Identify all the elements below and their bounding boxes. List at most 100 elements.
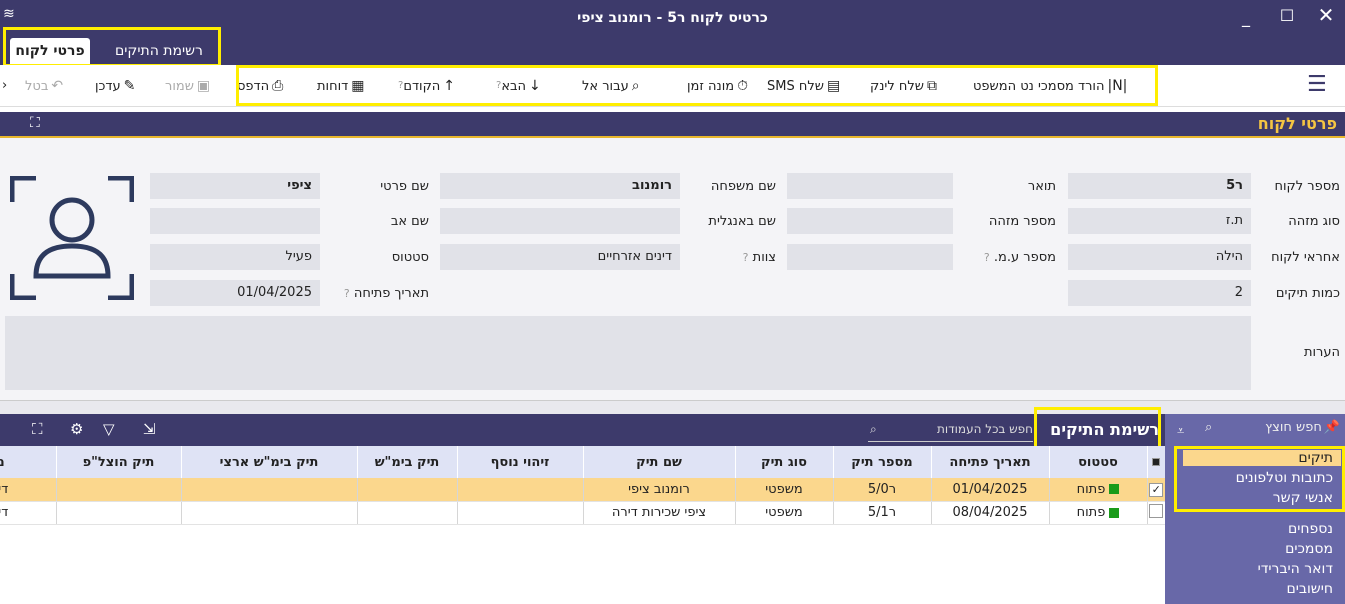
expand-icon[interactable]: ⛶ [30, 115, 40, 131]
side-item-attachments[interactable]: נספחים [1183, 521, 1341, 537]
pin-icon[interactable]: 📌 [1324, 420, 1340, 435]
open-date-cell: 01/04/2025 [930, 478, 1049, 502]
previous-button[interactable]: ↑הקודם? [398, 75, 455, 97]
export-icon[interactable]: ⇲ [143, 420, 156, 438]
send-sms-button[interactable]: ▤שלח SMS [767, 75, 840, 97]
chevron-down-icon[interactable]: ⩡ [1177, 424, 1184, 439]
print-button[interactable]: ⎙הדפס [237, 75, 283, 97]
prev-label: הקודם [403, 79, 441, 94]
horizontal-scrollbar[interactable] [0, 400, 1345, 414]
open-date-field[interactable]: 01/04/2025 [150, 280, 320, 306]
avatar-placeholder-icon[interactable] [10, 176, 134, 300]
side-search-input[interactable]: 📌 חפש חוצץ ⌕ ⩡ [1175, 420, 1340, 442]
overflow-chevron-icon[interactable]: ‹ [2, 75, 7, 97]
client-form: מספר לקוח ר5 סוג מזהה ת.ז אחראי לקוח היל… [0, 138, 1345, 400]
edit-icon: ✎ [123, 78, 136, 94]
status-indicator-icon [1109, 484, 1120, 495]
side-item-files[interactable]: תיקים [1183, 450, 1341, 466]
responsible-field[interactable]: הילה [1068, 244, 1251, 270]
files-header: רשימת התיקים חפש בכל העמודות ⌕ ⇲ ▽ ⚙ ⛶ [0, 414, 1165, 446]
tax-cell: דיווח [0, 501, 56, 525]
client-number-label: מספר לקוח [1274, 179, 1340, 194]
next-button[interactable]: ↓הבא? [496, 75, 541, 97]
col-court-file[interactable]: תיק בימ"ש [356, 446, 457, 478]
notes-field[interactable] [5, 316, 1251, 390]
table-row[interactable]: פתוח 08/04/2025 ר5/1 משפטי ציפי שכירות ד… [0, 501, 1165, 525]
download-documents-button[interactable]: |N|הורד מסמכי נט המשפט [973, 75, 1127, 97]
client-number-field[interactable]: ר5 [1068, 173, 1251, 199]
cancel-button[interactable]: ↶בטל [25, 75, 63, 97]
row-checkbox[interactable] [1149, 503, 1164, 518]
table-row[interactable]: ✓ פתוח 01/04/2025 ר5/0 משפטי רומנוב ציפי… [0, 478, 1165, 502]
tab-client-details[interactable]: פרטי לקוח [10, 38, 90, 65]
vat-number-field[interactable] [787, 244, 953, 270]
minimize-button[interactable]: _ [1232, 8, 1260, 32]
search-icon: ⌕ [870, 422, 877, 436]
file-type-cell: משפטי [734, 478, 833, 502]
printer-icon: ⎙ [272, 78, 284, 94]
goto-button[interactable]: ⌕עבור אל [582, 75, 640, 97]
col-tax[interactable]: מס [0, 446, 56, 478]
id-number-field[interactable] [787, 208, 953, 234]
col-execution-file[interactable]: תיק הוצל"פ [55, 446, 181, 478]
execution-file-cell [55, 478, 181, 502]
help-icon: ? [742, 251, 749, 264]
search-icon: ⌕ [1205, 420, 1213, 435]
timer-button[interactable]: ⏱מונה זמן [687, 75, 748, 97]
files-search-input[interactable]: חפש בכל העמודות ⌕ [868, 422, 1033, 442]
reports-label: דוחות [317, 79, 349, 94]
select-all-header[interactable] [1146, 446, 1165, 478]
settings-icon[interactable]: ⚙ [70, 420, 83, 438]
menu-icon[interactable]: ☰ [1307, 72, 1327, 97]
send-link-label: שלח לינק [870, 79, 924, 94]
col-national-court-file[interactable]: תיק בימ"ש ארצי [180, 446, 357, 478]
side-item-calculations[interactable]: חישובים [1183, 581, 1341, 597]
father-name-field[interactable] [150, 208, 320, 234]
maximize-button[interactable]: ☐ [1273, 6, 1301, 30]
col-file-type[interactable]: סוג תיק [734, 446, 833, 478]
report-icon: ▦ [351, 78, 365, 94]
files-search-placeholder: חפש בכל העמודות [936, 422, 1033, 436]
help-icon: ? [343, 287, 350, 300]
side-item-documents[interactable]: מסמכים [1183, 541, 1341, 557]
last-name-field[interactable]: רומנוב [440, 173, 680, 199]
filter-icon[interactable]: ▽ [103, 420, 115, 438]
update-button[interactable]: ✎עדכן [95, 75, 135, 97]
reports-button[interactable]: ▦דוחות [317, 75, 364, 97]
open-date-label: תאריך פתיחה ? [344, 286, 429, 301]
save-button[interactable]: ▣שמור [165, 75, 210, 97]
row-checkbox-cell[interactable]: ✓ [1146, 478, 1165, 502]
english-name-field[interactable] [440, 208, 680, 234]
status-text: פתוח [1076, 505, 1106, 520]
row-checkbox-cell[interactable] [1146, 501, 1165, 525]
search-box-icon: ⌕ [631, 78, 640, 94]
row-checkbox[interactable]: ✓ [1149, 482, 1164, 497]
col-file-name[interactable]: שם תיק [582, 446, 735, 478]
col-status[interactable]: סטטוס [1048, 446, 1147, 478]
col-open-date[interactable]: תאריך פתיחה [930, 446, 1049, 478]
message-icon: ▤ [826, 78, 841, 94]
side-item-addresses[interactable]: כתובות וטלפונים [1183, 470, 1341, 486]
team-field[interactable]: דינים אזרחיים [440, 244, 680, 270]
tab-files-list[interactable]: רשימת התיקים [103, 38, 215, 65]
open-date-text: תאריך פתיחה [353, 286, 429, 301]
file-type-cell: משפטי [734, 501, 833, 525]
side-item-contacts[interactable]: אנשי קשר [1183, 490, 1341, 506]
status-cell: פתוח [1048, 501, 1147, 525]
title-field[interactable] [787, 173, 953, 199]
send-sms-label: שלח SMS [767, 79, 824, 94]
col-extra-id[interactable]: זיהוי נוסף [456, 446, 583, 478]
expand-icon[interactable]: ⛶ [32, 420, 43, 438]
send-link-button[interactable]: ⧉שלח לינק [870, 75, 937, 97]
col-file-number[interactable]: מספר תיק [832, 446, 931, 478]
title-bar: ≋ כרטיס לקוח ר5 - רומנוב ציפי _ ☐ ✕ פרטי… [0, 0, 1345, 65]
last-name-label: שם משפחה [710, 179, 776, 194]
close-button[interactable]: ✕ [1312, 3, 1340, 27]
team-text: צוות [752, 250, 776, 265]
first-name-field[interactable]: ציפי [150, 173, 320, 199]
select-all-checkbox[interactable] [1152, 457, 1161, 466]
status-field[interactable]: פעיל [150, 244, 320, 270]
side-item-hybrid-mail[interactable]: דואר היברידי [1183, 561, 1341, 577]
id-type-field[interactable]: ת.ז [1068, 208, 1251, 234]
id-type-label: סוג מזהה [1288, 214, 1340, 229]
